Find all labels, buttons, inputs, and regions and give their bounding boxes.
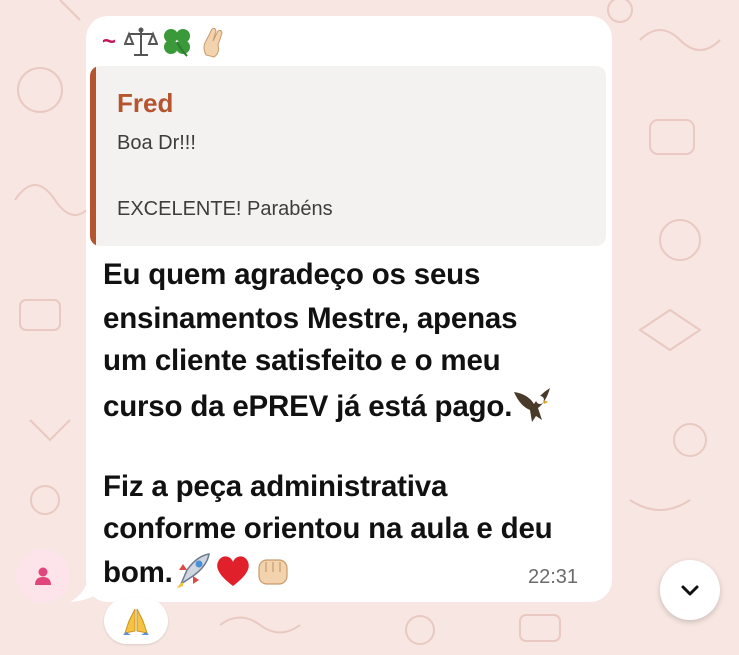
message-text-line-with-emoji: bom. — [103, 552, 293, 590]
message-text-line: um cliente satisfeito e o meu — [103, 344, 501, 377]
chevron-down-icon — [681, 585, 699, 596]
quote-author: Fred — [117, 88, 174, 118]
message-text-line: ensinamentos Mestre, apenas — [103, 302, 518, 335]
folded-hands-icon — [123, 608, 149, 635]
rocket-icon — [176, 553, 210, 588]
four-leaf-clover-icon — [164, 29, 191, 57]
eagle-icon — [514, 388, 551, 422]
crossed-fingers-icon — [203, 27, 223, 58]
red-heart-icon — [216, 556, 249, 586]
quoted-message[interactable]: Fred Boa Dr!!! EXCELENTE! Parabéns — [90, 66, 606, 246]
quote-accent-bar — [90, 66, 96, 246]
fist-icon — [258, 559, 288, 585]
sender-prefix: ~ — [102, 28, 117, 55]
message-text-line: Eu quem agradeço os seus — [103, 258, 481, 291]
quote-text-line-2: EXCELENTE! Parabéns — [117, 198, 333, 220]
message-text: curso da ePREV já está pago. — [103, 390, 513, 423]
message-text-line: Fiz a peça administrativa — [103, 470, 448, 503]
message-text-line: conforme orientou na aula e deu — [103, 512, 553, 545]
sender-avatar[interactable] — [16, 549, 70, 603]
person-icon — [35, 567, 51, 585]
message-text: bom. — [103, 556, 173, 589]
balance-scale-icon — [124, 27, 159, 56]
message-reaction[interactable] — [104, 598, 168, 644]
message-text-line-with-emoji: curso da ePREV já está pago. — [103, 386, 552, 424]
scroll-to-bottom-button[interactable] — [660, 560, 720, 620]
sender-name: ~ — [102, 22, 230, 62]
message-timestamp: 22:31 — [528, 566, 579, 588]
quote-text-line-1: Boa Dr!!! — [117, 132, 196, 154]
